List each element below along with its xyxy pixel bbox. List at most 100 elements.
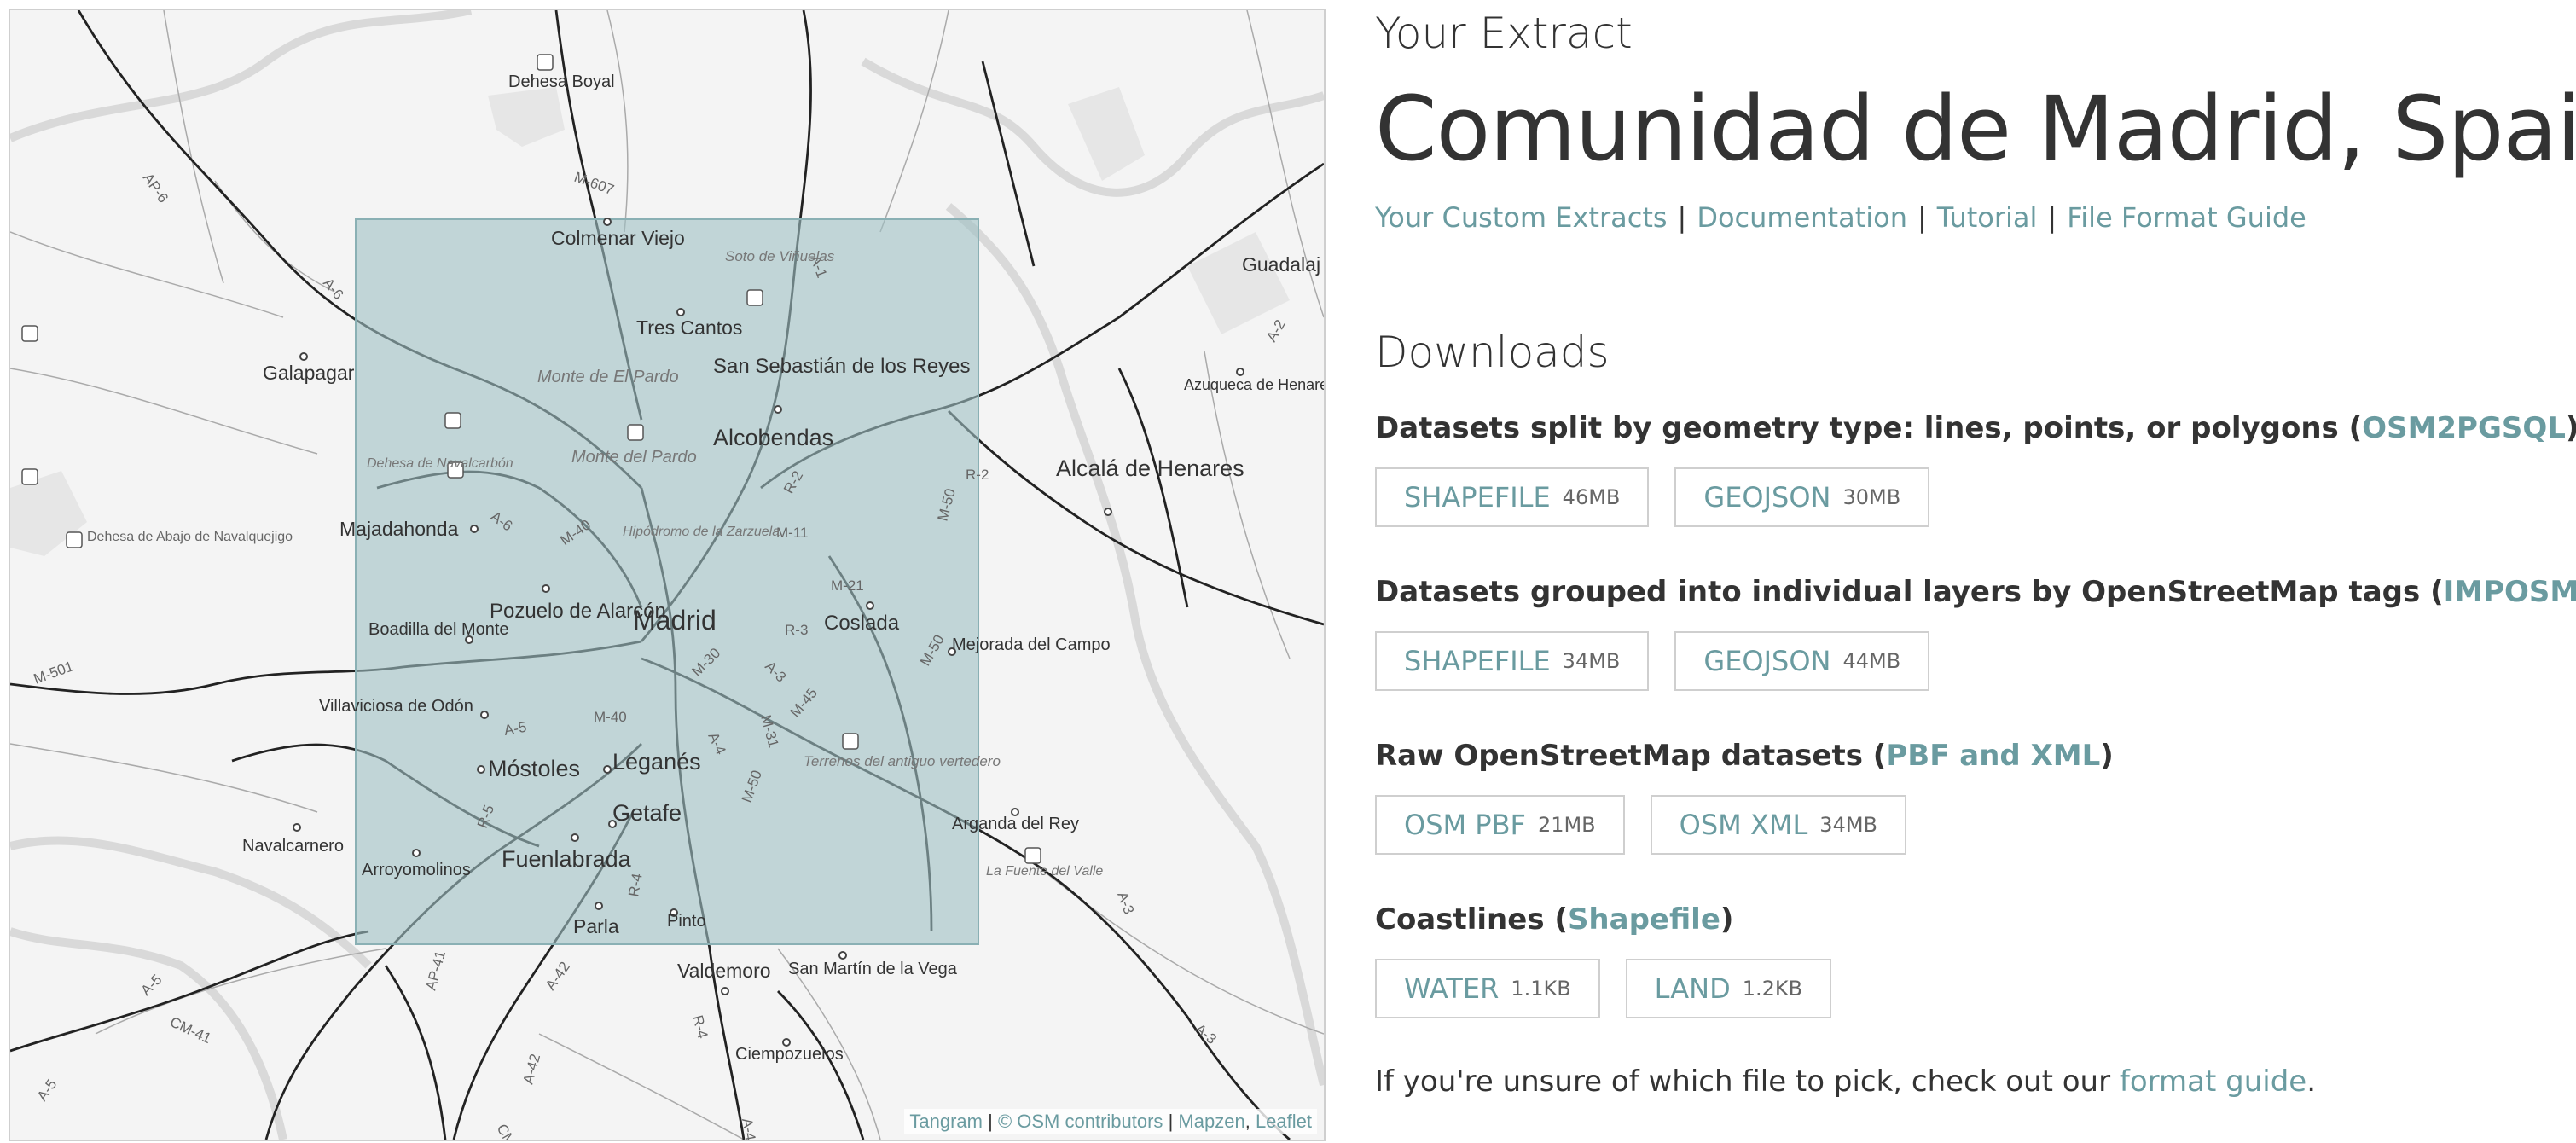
label-san-martin: San Martín de la Vega <box>788 960 958 978</box>
road-label-a5-2: A-5 <box>137 972 165 999</box>
download-size: 1.1KB <box>1511 977 1571 1001</box>
road-label-r3: R-3 <box>785 622 808 638</box>
label-madrid: Madrid <box>633 605 717 635</box>
label-arganda: Arganda del Rey <box>952 815 1079 833</box>
label-tres-cantos: Tres Cantos <box>636 316 742 339</box>
label-mostoles: Móstoles <box>488 756 580 781</box>
download-osm-xml-button[interactable]: OSM XML 34MB <box>1650 795 1907 855</box>
road-label-m11: M-11 <box>776 525 808 541</box>
download-buttons-coastlines: WATER 1.1KB LAND 1.2KB <box>1375 959 1832 1018</box>
nav-tutorial-link[interactable]: Tutorial <box>1937 201 2038 234</box>
pbf-xml-link[interactable]: PBF and XML <box>1886 739 2100 773</box>
footer-period: . <box>2306 1065 2317 1099</box>
label-terrenos: Terrenos del antiguo vertedero <box>804 753 1001 769</box>
label-dehesa-navalcarbon: Dehesa de Navalcarbón <box>367 456 513 471</box>
nav-file-format-guide-link[interactable]: File Format Guide <box>2067 201 2306 234</box>
download-name: OSM PBF <box>1404 809 1526 841</box>
download-name: GEOJSON <box>1703 481 1831 513</box>
road-label-a2: A-2 <box>1263 317 1289 345</box>
label-alcala: Alcalá de Henares <box>1056 455 1244 481</box>
attribution-sep-1: | <box>988 1111 993 1132</box>
label-navalcarnero: Navalcarnero <box>242 837 344 856</box>
attribution-tangram-link[interactable]: Tangram <box>909 1111 983 1132</box>
road-label-m40-2: M-40 <box>594 709 627 725</box>
attribution-leaflet-link[interactable]: Leaflet <box>1256 1111 1312 1132</box>
road-label-r2-east: R-2 <box>966 467 989 483</box>
attribution-comma: , <box>1244 1111 1250 1132</box>
label-soto-vinuelas: Soto de Viñuelas <box>725 248 835 264</box>
road-label-m21: M-21 <box>831 577 864 594</box>
label-leganes: Leganés <box>612 749 701 775</box>
road-label-a42-2: A-42 <box>520 1052 544 1086</box>
download-buttons-osm2pgsql: SHAPEFILE 46MB GEOJSON 30MB <box>1375 467 1930 527</box>
nav-documentation-link[interactable]: Documentation <box>1697 201 1907 234</box>
attribution-osm-link[interactable]: © OSM contributors <box>998 1111 1163 1132</box>
section-title-imposm: Datasets grouped into individual layers … <box>1375 575 2576 609</box>
label-mejorada: Mejorada del Campo <box>952 635 1111 654</box>
section-title-close: ) <box>2566 411 2576 445</box>
label-la-fuente: La Fuente del Valle <box>986 864 1103 879</box>
map[interactable]: AP-6 M-607 A-6 A-1 A-2 R-2 R-2 M-50 M-11… <box>9 9 1326 1141</box>
downloads-heading: Downloads <box>1375 328 1610 377</box>
download-geojson-osm2pgsql-button[interactable]: GEOJSON 30MB <box>1674 467 1930 527</box>
label-parla: Parla <box>573 915 619 937</box>
coastline-shapefile-link[interactable]: Shapefile <box>1568 902 1720 937</box>
download-name: SHAPEFILE <box>1404 645 1551 677</box>
section-title-text: Datasets split by geometry type: lines, … <box>1375 411 2363 445</box>
road-label-ap6: AP-6 <box>140 170 171 206</box>
label-villaviciosa: Villaviciosa de Odón <box>319 697 473 716</box>
download-land-button[interactable]: LAND 1.2KB <box>1625 959 1832 1018</box>
road-label-a4-2: A-4 <box>739 1117 758 1140</box>
road-label-cm4: CM-4 <box>494 1122 525 1140</box>
extract-panel: Your Extract Comunidad de Madrid, Spain … <box>1375 0 2576 1143</box>
label-guadalajara: Guadalaj <box>1242 253 1320 276</box>
section-title-close: ) <box>2100 739 2114 773</box>
nav-custom-extracts-link[interactable]: Your Custom Extracts <box>1375 201 1668 234</box>
road-label-a6-1: A-6 <box>320 275 347 302</box>
road-label-m501: M-501 <box>32 658 76 687</box>
nav-sep: | <box>1677 201 1687 234</box>
label-coslada: Coslada <box>824 612 900 635</box>
section-title-text: Raw OpenStreetMap datasets ( <box>1375 739 1887 773</box>
section-title-close: ) <box>1720 902 1734 937</box>
section-title-text: Coastlines ( <box>1375 902 1568 937</box>
label-san-sebastian: San Sebastián de los Reyes <box>713 355 971 378</box>
label-valdemoro: Valdemoro <box>677 960 771 982</box>
label-pinto: Pinto <box>667 912 706 931</box>
download-osm-pbf-button[interactable]: OSM PBF 21MB <box>1375 795 1625 855</box>
label-fuenlabrada: Fuenlabrada <box>502 846 632 872</box>
download-water-button[interactable]: WATER 1.1KB <box>1375 959 1600 1018</box>
download-buttons-raw: OSM PBF 21MB OSM XML 34MB <box>1375 795 1907 855</box>
road-label-a3-2: A-3 <box>1114 890 1137 916</box>
attribution-mapzen-link[interactable]: Mapzen <box>1178 1111 1244 1132</box>
eyebrow-label: Your Extract <box>1375 9 1633 58</box>
label-azuqueca: Azuqueca de Henares <box>1184 376 1324 393</box>
download-size: 1.2KB <box>1742 977 1803 1001</box>
section-title-osm2pgsql: Datasets split by geometry type: lines, … <box>1375 411 2576 445</box>
format-guide-link[interactable]: format guide <box>2120 1065 2306 1099</box>
osm2pgsql-link[interactable]: OSM2PGSQL <box>2362 411 2566 445</box>
download-size: 44MB <box>1842 649 1901 673</box>
label-majadahonda: Majadahonda <box>339 518 459 540</box>
download-shapefile-osm2pgsql-button[interactable]: SHAPEFILE 46MB <box>1375 467 1650 527</box>
page-title: Comunidad de Madrid, Spain <box>1375 77 2576 181</box>
road-label-r4-2: R-4 <box>689 1013 711 1040</box>
label-arroyomolinos: Arroyomolinos <box>362 861 471 879</box>
download-name: SHAPEFILE <box>1404 481 1551 513</box>
imposm-link[interactable]: IMPOSM <box>2444 575 2576 609</box>
nav-links: Your Custom Extracts | Documentation | Tutor… <box>1375 201 2306 234</box>
label-galapagar: Galapagar <box>263 362 355 384</box>
road-label-a5-3: A-5 <box>34 1076 61 1105</box>
nav-sep: | <box>2047 201 2057 234</box>
section-title-raw: Raw OpenStreetMap datasets (PBF and XML) <box>1375 739 2114 773</box>
download-name: WATER <box>1404 972 1500 1005</box>
map-canvas[interactable]: AP-6 M-607 A-6 A-1 A-2 R-2 R-2 M-50 M-11… <box>10 10 1324 1140</box>
label-monte-del-pardo: Monte del Pardo <box>571 448 697 467</box>
nav-sep: | <box>1917 201 1927 234</box>
download-shapefile-imposm-button[interactable]: SHAPEFILE 34MB <box>1375 631 1650 691</box>
download-geojson-imposm-button[interactable]: GEOJSON 44MB <box>1674 631 1930 691</box>
download-size: 34MB <box>1562 649 1621 673</box>
download-size: 30MB <box>1842 485 1901 509</box>
label-ciempozuelos: Ciempozuelos <box>735 1045 844 1064</box>
download-name: OSM XML <box>1679 809 1808 841</box>
